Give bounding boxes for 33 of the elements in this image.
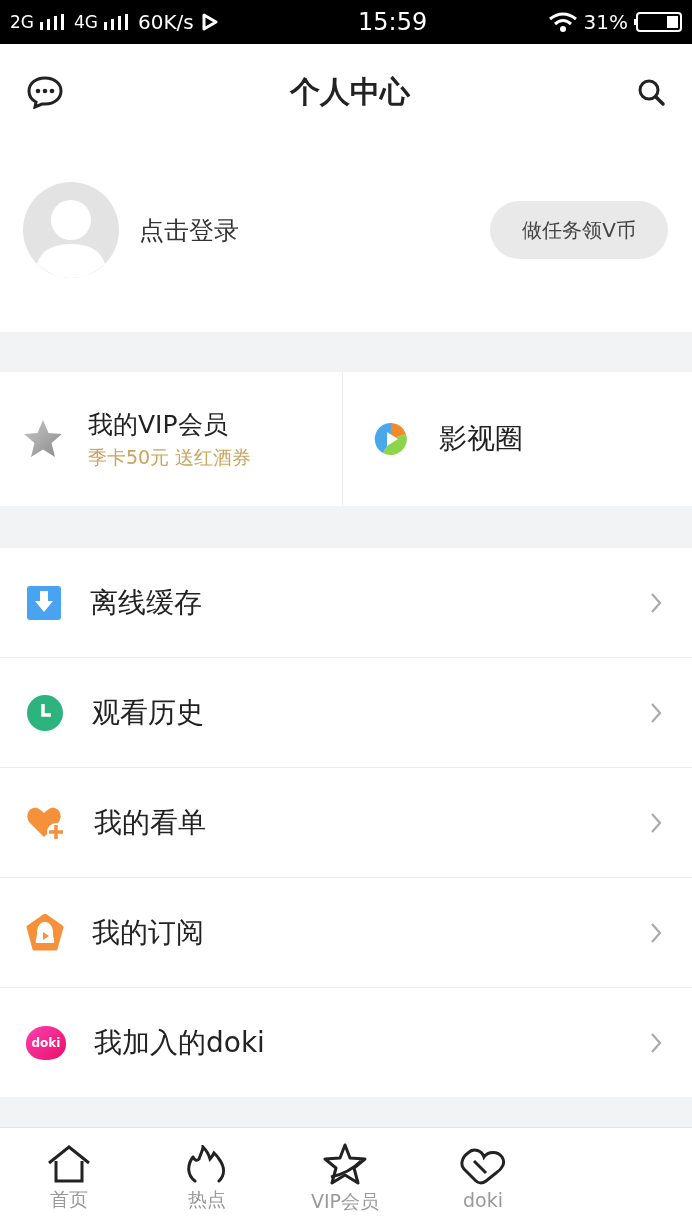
chevron-right-icon <box>650 811 662 834</box>
penguin-play-icon <box>26 913 64 952</box>
message-icon[interactable] <box>26 75 64 109</box>
login-link[interactable]: 点击登录 <box>139 213 490 247</box>
page-title: 个人中心 <box>290 72 410 111</box>
heart-icon <box>460 1147 506 1185</box>
play-circle-icon <box>372 421 409 457</box>
menu-item[interactable]: 我的订阅 <box>92 913 622 952</box>
task-button[interactable]: 做任务领V币 <box>490 201 668 259</box>
network-label: 2G <box>10 12 34 32</box>
search-icon[interactable] <box>636 77 666 107</box>
menu-item[interactable]: 离线缓存 <box>90 583 622 622</box>
star-icon <box>321 1143 369 1185</box>
star-icon <box>22 418 64 460</box>
menu-item[interactable]: 我加入的doki <box>94 1023 622 1062</box>
chevron-right-icon <box>650 1031 662 1054</box>
menu-item[interactable]: 观看历史 <box>92 693 622 732</box>
chevron-right-icon <box>650 591 662 614</box>
wifi-icon <box>547 12 578 32</box>
menu-item[interactable]: 我的看单 <box>94 803 622 842</box>
network-speed: 60K/s <box>138 10 194 34</box>
shortcut-title[interactable]: 我的VIP会员 <box>88 407 252 441</box>
shortcut-title[interactable]: 影视圈 <box>438 420 523 458</box>
chevron-right-icon <box>650 701 662 724</box>
home-icon <box>47 1145 91 1183</box>
battery-percent: 31% <box>583 10 628 34</box>
battery-icon <box>634 12 682 32</box>
clock-time: 15:59 <box>358 8 428 36</box>
promo-text: 季卡50元 送红酒券 <box>88 444 252 470</box>
download-icon <box>26 584 62 621</box>
chevron-right-icon <box>650 921 662 944</box>
clock-icon <box>26 693 64 732</box>
network-label: 4G <box>74 12 98 32</box>
